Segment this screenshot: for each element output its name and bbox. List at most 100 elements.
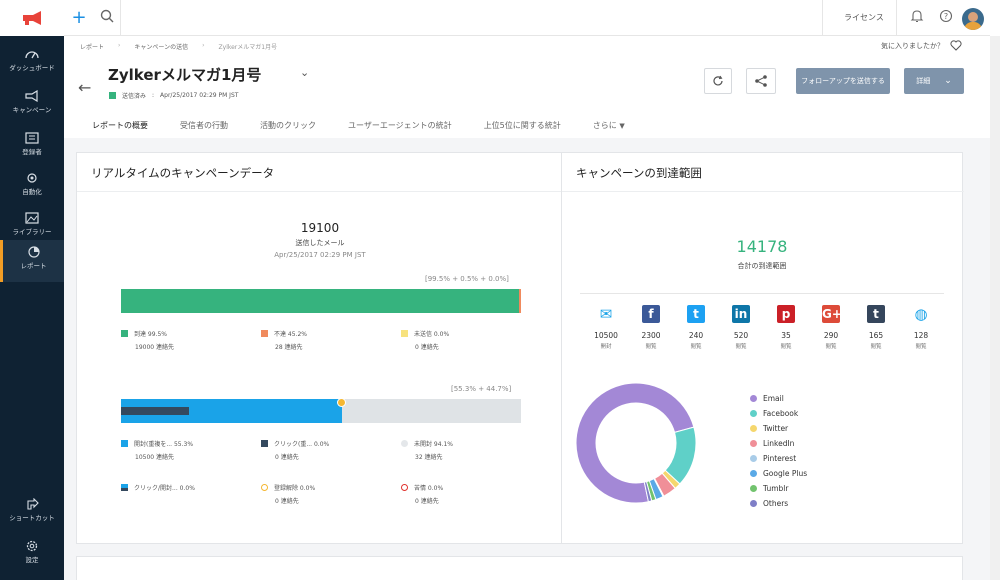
favorite-prompt[interactable]: 気に入りましたか？ [881, 40, 962, 51]
sidebar-item-campaigns[interactable]: キャンペーン [0, 84, 64, 124]
tumblr-icon: t [867, 305, 885, 323]
sidebar-item-automation[interactable]: 自動化 [0, 166, 64, 206]
sidebar-item-contacts[interactable]: 登録者 [0, 126, 64, 166]
legend-count: 0 連絡先 [275, 454, 299, 461]
legend-label: 苦情 0.0% [414, 485, 444, 492]
reports-icon [27, 246, 40, 258]
sent-date: Apr/25/2017 02:29 PM JST [274, 251, 366, 259]
legend-label: 開封(重複を... 55.3% [134, 441, 194, 448]
user-avatar[interactable] [962, 8, 984, 30]
breadcrumb-item: Zylkerメルマガ1月号 [218, 44, 278, 51]
legend-unsent: 未送信 0.0% 0 連絡先 [401, 329, 449, 351]
sidebar-item-label: レポート [20, 262, 47, 270]
channel-sublabel: 閲覧 [780, 344, 792, 350]
sidebar-item-label: ショートカット [9, 514, 55, 522]
sidebar-item-reports[interactable]: レポート [0, 240, 64, 282]
swatch [401, 440, 408, 447]
unsubscribe-icon [261, 484, 268, 491]
details-button[interactable]: 詳細 ⌄ [904, 68, 964, 94]
legend-entry[interactable]: Twitter [750, 421, 807, 436]
logo[interactable] [0, 0, 64, 36]
bar-segment-delivered [121, 289, 519, 313]
license-link[interactable]: ライセンス [844, 12, 884, 23]
channel-sublabel: 閲覧 [915, 344, 927, 350]
tab-top5-stats[interactable]: 上位5位に関する統計 [484, 120, 561, 131]
notification-bell-icon[interactable] [908, 9, 926, 27]
refresh-button[interactable] [704, 68, 732, 94]
legend-entry[interactable]: LinkedIn [750, 436, 807, 451]
scrollbar[interactable] [990, 36, 1000, 580]
help-icon[interactable]: ? [937, 9, 955, 27]
legend-unopened: 未開封 94.1% 32 連絡先 [401, 439, 453, 461]
channel-email[interactable]: ✉ 10500 開封 [586, 305, 626, 350]
legend-entry[interactable]: Others [750, 496, 807, 511]
settings-icon [26, 540, 38, 552]
pinterest-icon: p [777, 305, 795, 323]
divider [822, 0, 823, 36]
tab-overview[interactable]: レポートの概要 [92, 120, 148, 131]
legend-entry[interactable]: Pinterest [750, 451, 807, 466]
search-icon[interactable] [98, 9, 116, 27]
bar-segment-bounced [519, 289, 521, 313]
legend-entry[interactable]: Google Plus [750, 466, 807, 481]
tab-user-agent-stats[interactable]: ユーザーエージェントの統計 [348, 120, 452, 131]
channel-value: 10500 [594, 331, 618, 340]
top-bar: + ライセンス ? [0, 0, 990, 36]
campaign-status: 送信済み : Apr/25/2017 02:29 PM JST [109, 91, 238, 100]
channel-google-plus[interactable]: G+ 290 閲覧 [811, 305, 851, 350]
chevron-right-icon: › [118, 42, 121, 49]
legend-label: 到達 99.5% [134, 331, 167, 338]
divider [896, 0, 897, 36]
legend-label: Pinterest [763, 454, 797, 463]
tab-more-label: さらに [592, 121, 617, 130]
dashboard-icon [25, 51, 39, 59]
share-button[interactable] [746, 68, 776, 94]
tab-recipient-activity[interactable]: 受信者の行動 [180, 120, 228, 131]
breadcrumb-item[interactable]: レポート [80, 42, 104, 51]
legend-dot [750, 485, 757, 492]
channel-tumblr[interactable]: t 165 閲覧 [856, 305, 896, 350]
chevron-right-icon: › [202, 42, 205, 49]
channel-value: 35 [781, 331, 791, 340]
legend-label: 未開封 94.1% [414, 441, 453, 448]
refresh-icon [713, 75, 723, 86]
legend-dot [750, 440, 757, 447]
add-icon[interactable]: + [70, 9, 88, 27]
card-title: リアルタイムのキャンペーンデータ [91, 166, 275, 180]
megaphone-icon [25, 90, 38, 102]
legend-clicked: クリック(重... 0.0% 0 連絡先 [261, 439, 329, 461]
chevron-down-icon: ⌄ [944, 76, 952, 86]
legend-entry[interactable]: Tumblr [750, 481, 807, 496]
legend-count: 0 連絡先 [415, 344, 439, 351]
sent-label: 送信したメール [295, 239, 345, 247]
heart-icon[interactable] [950, 40, 962, 51]
legend-entry[interactable]: Facebook [750, 406, 807, 421]
svg-text:?: ? [944, 12, 948, 21]
legend-label: 未送信 0.0% [414, 331, 450, 338]
channel-pinterest[interactable]: p 35 閲覧 [766, 305, 806, 350]
tab-click-activity[interactable]: 活動のクリック [260, 120, 316, 131]
main-content: レポート › キャンペーンの送信 › Zylkerメルマガ1月号 気に入りました… [64, 36, 990, 580]
tab-more[interactable]: さらに ▼ [593, 120, 625, 131]
channel-sublabel: 閲覧 [645, 344, 657, 350]
sidebar-item-label: 自動化 [22, 188, 42, 196]
legend-click-per-open: クリック/開封... 0.0% [121, 483, 195, 492]
channel-others[interactable]: ◍ 128 閲覧 [901, 305, 941, 350]
channel-facebook[interactable]: f 2300 閲覧 [631, 305, 671, 350]
status-square-icon [109, 92, 116, 99]
bar-segment-clicked [121, 407, 189, 415]
sidebar-item-label: ダッシュボード [9, 64, 55, 72]
channel-sublabel: 閲覧 [690, 344, 702, 350]
chevron-down-icon[interactable]: ⌄ [300, 66, 309, 79]
sidebar-item-shortcuts[interactable]: ショートカット [0, 492, 64, 532]
sidebar-item-settings[interactable]: 設定 [0, 534, 64, 574]
channel-linkedin[interactable]: in 520 閲覧 [721, 305, 761, 350]
back-arrow-icon[interactable]: ← [78, 78, 91, 97]
breadcrumb-item[interactable]: キャンペーンの送信 [134, 42, 188, 51]
send-followup-button[interactable]: フォローアップを送信する [796, 68, 890, 94]
legend-label: クリック(重... 0.0% [274, 441, 330, 448]
sidebar-item-dashboard[interactable]: ダッシュボード [0, 42, 64, 82]
legend-entry[interactable]: Email [750, 391, 807, 406]
channel-twitter[interactable]: t 240 閲覧 [676, 305, 716, 350]
open-bar [121, 398, 521, 423]
